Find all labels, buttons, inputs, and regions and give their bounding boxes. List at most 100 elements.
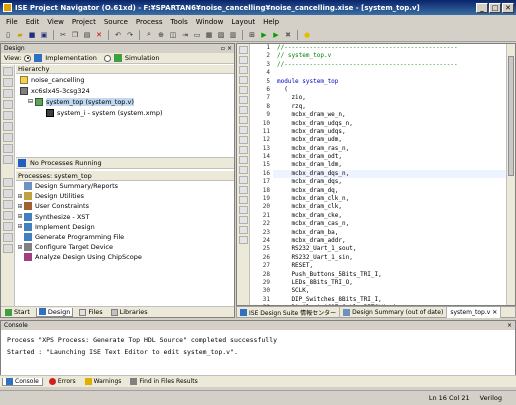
help-bulb-icon[interactable]: ● <box>302 30 312 40</box>
editor-tool-icon[interactable] <box>239 216 248 224</box>
code-line[interactable]: //--------------------------------------… <box>273 61 507 69</box>
float-icon[interactable]: ▫ <box>221 44 225 53</box>
panel-close-icon[interactable]: × <box>227 44 232 53</box>
menu-file[interactable]: File <box>2 18 22 26</box>
editor-tool-icon[interactable] <box>239 56 248 64</box>
expand-icon[interactable]: ⊞ <box>16 193 24 200</box>
tab-close-icon[interactable]: ✕ <box>492 309 497 316</box>
bookmark-icon[interactable]: ◫ <box>168 30 178 40</box>
code-line[interactable]: rzq, <box>273 103 507 111</box>
find-icon[interactable]: ⌕ <box>144 30 154 40</box>
code-line[interactable]: mcbx_dram_cke, <box>273 212 507 220</box>
expand-process-icon[interactable] <box>3 233 13 242</box>
tab-files[interactable]: Files <box>77 308 104 316</box>
process-item[interactable]: ⊞ Implement Design <box>16 222 234 232</box>
code-line[interactable]: mcbx_dram_dq, <box>273 187 507 195</box>
new-source-icon[interactable] <box>3 89 13 98</box>
editor-tool-icon[interactable] <box>239 146 248 154</box>
tree-item-project[interactable]: noise_cancelling <box>16 74 234 85</box>
open-folder-icon[interactable]: ▰ <box>15 30 25 40</box>
code-line[interactable]: Push_Buttons_5Bits_TRI_I, <box>273 271 507 279</box>
close-icon[interactable]: ✕ <box>502 2 514 13</box>
process-item[interactable]: ⊞ Configure Target Device <box>16 242 234 252</box>
code-line[interactable]: mcbx_dram_clk_n, <box>273 195 507 203</box>
tree-item-device[interactable]: xc6slx45-3csg324 <box>16 85 234 96</box>
editor-tool-icon[interactable] <box>239 126 248 134</box>
redo-icon[interactable]: ↷ <box>125 30 135 40</box>
collapse-all-icon[interactable] <box>3 133 13 142</box>
remove-icon[interactable] <box>3 100 13 109</box>
code-line[interactable]: SCLK, <box>273 287 507 295</box>
code-line[interactable]: mcbx_dram_udqs, <box>273 128 507 136</box>
code-line[interactable]: Digilent AC97 Cntlr BITCLK pin, <box>273 304 507 305</box>
menu-project[interactable]: Project <box>68 18 100 26</box>
window-icon[interactable]: ▭ <box>192 30 202 40</box>
console-output[interactable]: Process "XPS Process: Generate Top HDL S… <box>1 330 515 362</box>
editor-scrollbar[interactable] <box>506 44 515 305</box>
console-close-icon[interactable]: × <box>507 321 515 330</box>
code-line[interactable]: RESET, <box>273 262 507 270</box>
code-line[interactable]: // system_top.v <box>273 52 507 60</box>
tab-console[interactable]: Console <box>2 377 43 386</box>
code-line[interactable]: mcbx_dram_addr, <box>273 237 507 245</box>
hierarchy-icon[interactable]: ⊞ <box>247 30 257 40</box>
cascade-icon[interactable]: ▧ <box>216 30 226 40</box>
save-icon[interactable]: ■ <box>27 30 37 40</box>
minimize-icon[interactable]: _ <box>476 2 488 13</box>
tree-item-system-i[interactable]: system_i - system (system.xmp) <box>16 107 234 118</box>
menu-layout[interactable]: Layout <box>227 18 259 26</box>
tab-system-top[interactable]: system_top.v ✕ <box>447 306 502 318</box>
editor-tool-icon[interactable] <box>239 236 248 244</box>
editor-tool-icon[interactable] <box>239 206 248 214</box>
editor-tool-icon[interactable] <box>239 96 248 104</box>
zoom-icon[interactable]: ⊕ <box>156 30 166 40</box>
menu-process[interactable]: Process <box>132 18 167 26</box>
copy-icon[interactable]: ❐ <box>70 30 80 40</box>
editor-tool-icon[interactable] <box>239 196 248 204</box>
tab-design[interactable]: Design <box>35 307 74 317</box>
rerun-icon[interactable]: ▶ <box>271 30 281 40</box>
editor-tool-icon[interactable] <box>239 136 248 144</box>
editor-tool-icon[interactable] <box>239 226 248 234</box>
paste-icon[interactable]: ▤ <box>82 30 92 40</box>
stop-process-icon[interactable] <box>3 200 13 209</box>
code-line[interactable]: RS232_Uart_1_sout, <box>273 245 507 253</box>
run-process-icon[interactable] <box>3 178 13 187</box>
menu-source[interactable]: Source <box>100 18 132 26</box>
code-line[interactable]: mcbx_dram_ba, <box>273 229 507 237</box>
code-line[interactable]: module system_top <box>273 78 507 86</box>
editor-tool-icon[interactable] <box>239 106 248 114</box>
tile-icon[interactable]: ▦ <box>204 30 214 40</box>
expand-icon[interactable]: ⊞ <box>16 223 24 230</box>
rerun-process-icon[interactable] <box>3 189 13 198</box>
process-item[interactable]: ⊞ Synthesize - XST <box>16 212 234 222</box>
indent-icon[interactable]: ⇥ <box>180 30 190 40</box>
editor-tool-icon[interactable] <box>239 166 248 174</box>
code-line[interactable]: mcbx_dram_dqs_n, <box>273 169 507 179</box>
editor-tool-icon[interactable] <box>239 116 248 124</box>
code-line[interactable]: RS232_Uart_1_sin, <box>273 254 507 262</box>
tab-warnings[interactable]: Warnings <box>82 378 125 385</box>
simulation-radio[interactable] <box>103 54 111 62</box>
code-line[interactable]: mcbx_dram_ldm, <box>273 161 507 169</box>
code-line[interactable]: ( <box>273 86 507 94</box>
process-item[interactable]: Generate Programming File <box>16 232 234 242</box>
expand-icon[interactable]: ⊞ <box>16 203 24 210</box>
process-item[interactable]: ⊞ User Constraints <box>16 201 234 211</box>
editor-tool-icon[interactable] <box>239 176 248 184</box>
expand-icon[interactable]: ⊞ <box>16 244 24 251</box>
code-line[interactable]: mcbx_dram_udqs_n, <box>273 120 507 128</box>
code-line[interactable]: mcbx_dram_odt, <box>273 153 507 161</box>
menu-view[interactable]: View <box>43 18 68 26</box>
code-line[interactable]: mcbx_dram_ras_n, <box>273 145 507 153</box>
menu-help[interactable]: Help <box>259 18 283 26</box>
tab-find-results[interactable]: Find in Files Results <box>127 378 200 385</box>
run-icon[interactable]: ▶ <box>259 30 269 40</box>
menu-tools[interactable]: Tools <box>166 18 191 26</box>
open-without-update-icon[interactable] <box>3 222 13 231</box>
code-line[interactable]: mcbx_dram_clk, <box>273 203 507 211</box>
editor-tool-icon[interactable] <box>239 86 248 94</box>
maximize-icon[interactable]: □ <box>489 2 501 13</box>
tab-errors[interactable]: Errors <box>46 378 79 385</box>
expand-all-icon[interactable] <box>3 122 13 131</box>
